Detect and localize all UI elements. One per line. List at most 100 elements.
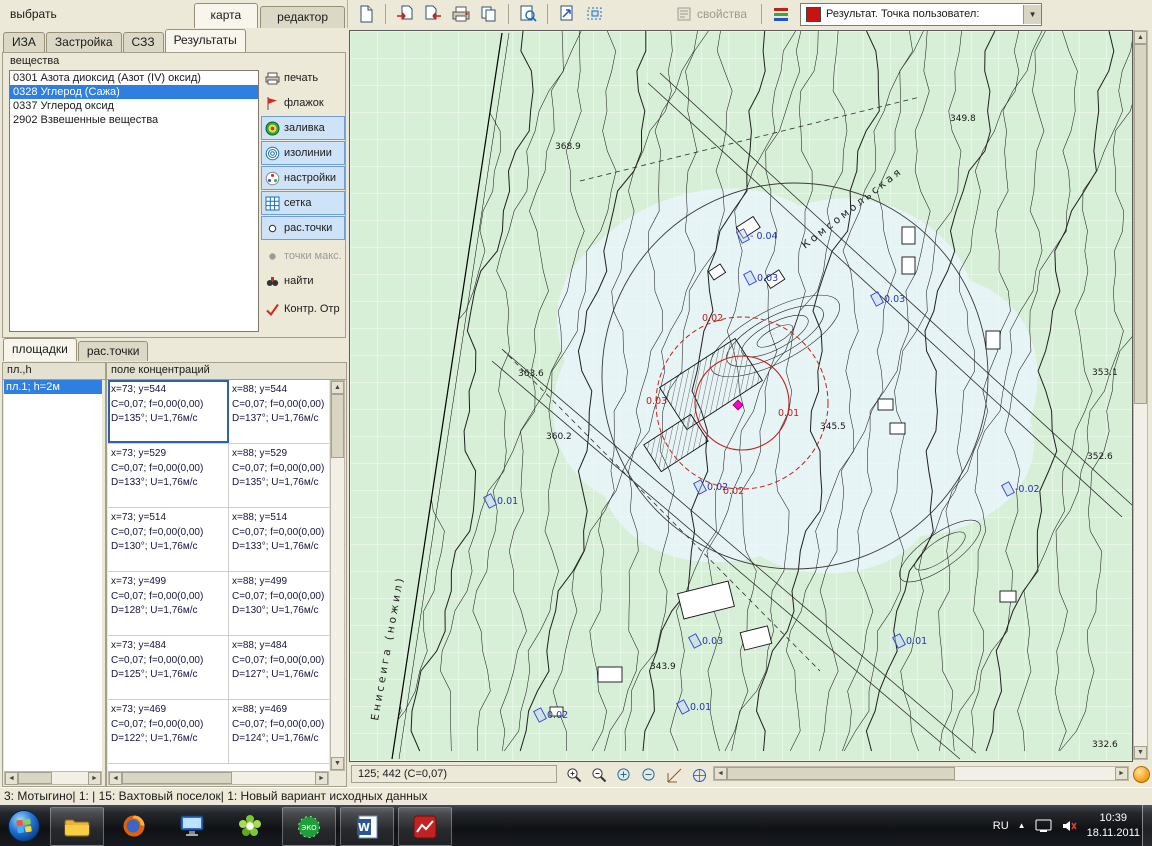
substance-item[interactable]: 0301 Азота диоксид (Азот (IV) оксид) [10,71,258,85]
calc-point[interactable]: 0.03 [689,634,724,648]
taskbar-app-surfer[interactable] [398,807,452,846]
measure-icon[interactable] [663,764,686,786]
frame-icon[interactable] [582,1,608,27]
sites-hscrollbar[interactable]: ◄ ► [4,771,102,785]
calc-point[interactable]: -0.02 [1002,482,1040,496]
calc-point[interactable]: 0.02 [534,708,569,722]
scroll-down-icon[interactable]: ▼ [331,757,344,770]
calc-point[interactable]: 0.02 [694,480,729,494]
export-doc-icon[interactable] [420,1,446,27]
tab-szz[interactable]: СЗЗ [123,32,164,52]
taskbar-app-icq[interactable] [224,807,276,844]
conc-cell[interactable]: x=73; y=544C=0,07; f=0,00(0,00)D=135°; U… [108,380,229,443]
scroll-up-icon[interactable]: ▲ [331,381,344,394]
taskbar-app-word[interactable]: W [340,807,394,846]
calc-point[interactable]: 0.03 [871,292,906,306]
conc-vscrollbar[interactable]: ▲ ▼ [330,380,345,771]
tab-results[interactable]: Результаты [165,29,246,52]
taskbar-clock[interactable]: 10:39 18.11.2011 [1087,811,1140,841]
substance-item[interactable]: 2902 Взвешенные вещества [10,113,258,127]
conc-cell[interactable]: x=88; y=514C=0,07; f=0,00(0,00)D=133°; U… [229,508,329,571]
fill-button[interactable]: заливка [261,116,345,140]
print-map-button[interactable]: печать [261,66,345,90]
scroll-down-icon[interactable]: ▼ [1134,746,1147,759]
scroll-right-icon[interactable]: ► [315,772,328,785]
conc-cell[interactable]: x=73; y=529C=0,07; f=0,00(0,00)D=133°; U… [108,444,229,507]
tab-editor[interactable]: редактор [260,6,345,28]
scroll-thumb[interactable] [1134,44,1147,404]
site-item[interactable]: пл.1; h=2м [4,380,102,394]
contour-cut-button[interactable]: Контр. Отр [261,297,345,321]
map-canvas[interactable]: 368.9349.8363.6360.2345.5343.9352.6353.1… [349,30,1133,762]
map-vscrollbar[interactable]: ▲ ▼ [1133,30,1148,760]
print-icon[interactable] [448,1,474,27]
show-desktop-button[interactable] [1142,805,1152,846]
scroll-thumb[interactable] [18,772,52,784]
calc-point[interactable]: 0.01 [484,494,519,508]
scroll-right-icon[interactable]: ► [88,772,101,785]
calc-point[interactable]: - 0.04 [737,229,778,243]
conc-cell[interactable]: x=88; y=544C=0,07; f=0,00(0,00)D=137°; U… [229,380,329,443]
taskbar-app-remote-viewer[interactable] [166,807,218,844]
map-hscrollbar[interactable]: ◄ ► [713,766,1129,781]
scroll-right-icon[interactable]: ► [1115,767,1128,780]
sites-list[interactable]: пл.1; h=2м [4,380,102,771]
substance-item[interactable]: 0337 Углерод оксид [10,99,258,113]
flag-button[interactable]: флажок [261,91,345,115]
substance-item[interactable]: 0328 Углерод (Сажа) [10,85,258,99]
conc-hscrollbar[interactable]: ◄ ► [108,771,329,785]
properties-button[interactable]: свойства [668,6,755,22]
scroll-left-icon[interactable]: ◄ [714,767,727,780]
layers-icon[interactable] [768,1,794,27]
tray-expand-icon[interactable]: ▲ [1018,821,1026,830]
scroll-thumb[interactable] [727,767,955,780]
settings-button[interactable]: настройки [261,166,345,190]
conc-cell[interactable]: x=73; y=469C=0,07; f=0,00(0,00)D=122°; U… [108,700,229,763]
conc-cell[interactable]: x=73; y=484C=0,07; f=0,00(0,00)D=125°; U… [108,636,229,699]
import-doc-icon[interactable] [392,1,418,27]
tab-sites[interactable]: площадки [3,338,77,361]
conc-cell[interactable]: x=88; y=499C=0,07; f=0,00(0,00)D=130°; U… [229,572,329,635]
scroll-left-icon[interactable]: ◄ [109,772,122,785]
scroll-left-icon[interactable]: ◄ [5,772,18,785]
taskbar-app-firefox[interactable] [108,807,160,844]
find-button[interactable]: найти [261,269,345,293]
map-corner-button[interactable] [1133,766,1150,783]
zoom-out-icon[interactable] [588,764,611,786]
zoom-in-icon[interactable] [563,764,586,786]
copy-icon[interactable] [476,1,502,27]
conc-cell[interactable]: x=73; y=499C=0,07; f=0,00(0,00)D=128°; U… [108,572,229,635]
zoom-plus-icon[interactable] [613,764,636,786]
taskbar-app-explorer[interactable] [50,807,104,846]
calc-point[interactable]: 0.01 [677,700,712,714]
conc-table[interactable]: x=73; y=544C=0,07; f=0,00(0,00)D=135°; U… [108,380,329,771]
new-doc-icon[interactable] [353,1,379,27]
tab-iza[interactable]: ИЗА [3,32,45,52]
conc-cell[interactable]: x=73; y=514C=0,07; f=0,00(0,00)D=130°; U… [108,508,229,571]
calc-points-button[interactable]: рас.точки [261,216,345,240]
tab-calc-points[interactable]: рас.точки [78,341,149,361]
substances-list[interactable]: 0301 Азота диоксид (Азот (IV) оксид)0328… [9,70,259,332]
tab-map[interactable]: карта [194,3,259,28]
calc-point[interactable]: 0.01 [893,634,928,648]
conc-cell[interactable]: x=88; y=484C=0,07; f=0,00(0,00)D=127°; U… [229,636,329,699]
scroll-thumb[interactable] [122,772,232,784]
isolines-button[interactable]: изолинии [261,141,345,165]
preview-icon[interactable] [515,1,541,27]
max-points-button[interactable]: точки макс. [261,244,345,268]
conc-cell[interactable]: x=88; y=469C=0,07; f=0,00(0,00)D=124°; U… [229,700,329,763]
language-indicator[interactable]: RU [993,820,1009,832]
pan-compass-icon[interactable] [688,764,711,786]
chevron-down-icon[interactable]: ▼ [1023,5,1041,24]
report-icon[interactable] [554,1,580,27]
conc-cell[interactable]: x=88; y=529C=0,07; f=0,00(0,00)D=135°; U… [229,444,329,507]
tab-zastroyka[interactable]: Застройка [46,32,122,52]
select-menu[interactable]: выбрать [0,2,67,26]
zoom-minus-icon[interactable] [638,764,661,786]
result-type-dropdown[interactable]: Результат. Точка пользовател: ▼ [800,3,1042,26]
taskbar-app-eco[interactable]: ЭКО [282,807,336,846]
scroll-thumb[interactable] [331,394,344,458]
scroll-up-icon[interactable]: ▲ [1134,31,1147,44]
start-button[interactable] [3,805,44,846]
grid-button[interactable]: сетка [261,191,345,215]
